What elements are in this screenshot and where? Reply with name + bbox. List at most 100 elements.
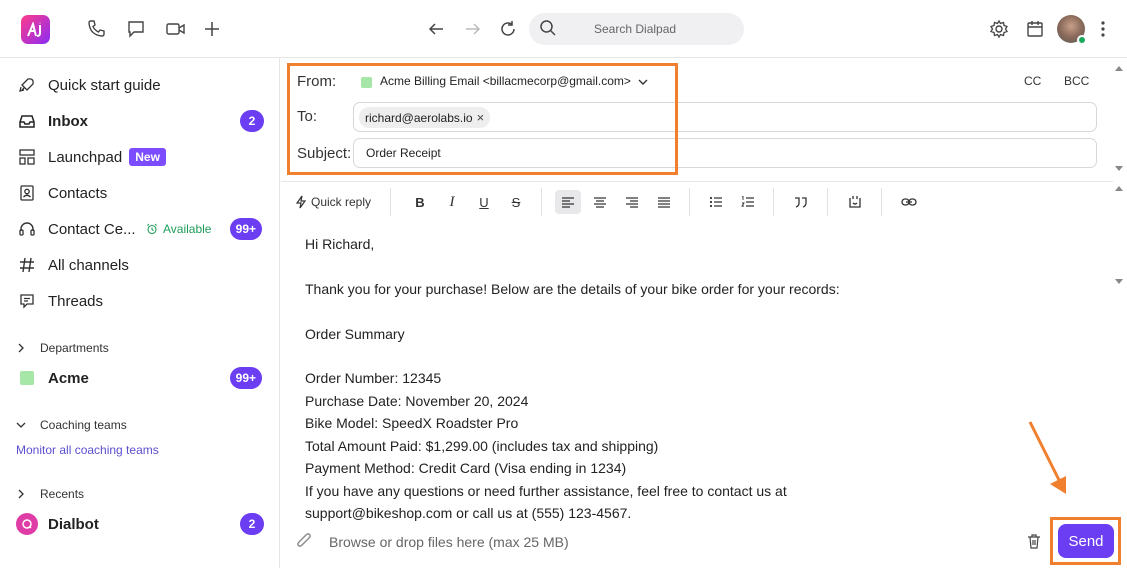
body-line: Thank you for your purchase! Below are t… xyxy=(305,281,840,297)
sidebar-item-contacts[interactable]: Contacts xyxy=(16,179,270,207)
sidebar-item-inbox[interactable]: Inbox 2 xyxy=(16,107,270,135)
unread-badge: 2 xyxy=(240,513,264,535)
sidebar-item-threads[interactable]: Threads xyxy=(16,287,270,315)
sidebar-item-label: Contact Ce... xyxy=(48,220,136,238)
sidebar-item-label: All channels xyxy=(48,256,129,274)
link-icon[interactable] xyxy=(897,190,921,214)
threads-icon xyxy=(16,290,38,312)
scroll-up-icon[interactable] xyxy=(1115,186,1123,191)
coaching-teams-header[interactable]: Coaching teams xyxy=(16,415,127,435)
refresh-icon[interactable] xyxy=(496,17,520,41)
underline-button[interactable]: U xyxy=(477,190,491,214)
monitor-coaching-link[interactable]: Monitor all coaching teams xyxy=(16,443,159,457)
italic-button[interactable]: I xyxy=(445,190,459,214)
search-input[interactable]: Search Dialpad xyxy=(529,13,744,45)
align-center-icon[interactable] xyxy=(587,190,613,214)
body-line: Total Amount Paid: $1,299.00 (includes t… xyxy=(305,438,659,454)
snippet-icon[interactable] xyxy=(843,190,867,214)
sidebar-item-dialbot[interactable]: Dialbot 2 xyxy=(16,510,270,538)
gear-icon[interactable] xyxy=(987,17,1011,41)
body-line: Order Summary xyxy=(305,326,405,342)
dialpad-logo[interactable] xyxy=(21,15,50,44)
sidebar-item-label: Contacts xyxy=(48,184,108,202)
back-arrow-icon[interactable] xyxy=(424,17,448,41)
phone-icon[interactable] xyxy=(84,17,108,41)
divider xyxy=(390,188,391,216)
divider xyxy=(773,188,774,216)
rocket-icon xyxy=(16,74,38,96)
sidebar-item-label: Acme xyxy=(48,369,89,387)
body-scrollbar[interactable] xyxy=(1113,181,1127,291)
cc-button[interactable]: CC xyxy=(1024,74,1041,88)
inbox-icon xyxy=(16,110,38,132)
body-line: Bike Model: SpeedX Roadster Pro xyxy=(305,415,519,431)
scroll-up-icon[interactable] xyxy=(1115,66,1123,71)
alarm-icon xyxy=(147,223,157,235)
paperclip-icon[interactable] xyxy=(295,532,313,555)
scroll-down-icon[interactable] xyxy=(1115,166,1123,171)
section-label: Departments xyxy=(40,341,109,355)
sidebar-item-acme[interactable]: Acme 99+ xyxy=(16,364,270,392)
chevron-down-icon xyxy=(16,420,40,430)
format-toolbar: Quick reply B I U S xyxy=(281,181,1113,221)
lightning-icon xyxy=(295,195,307,209)
video-icon[interactable] xyxy=(164,17,188,41)
body-line: Hi Richard, xyxy=(305,236,375,252)
compose-footer: Browse or drop files here (max 25 MB) xyxy=(281,522,1127,568)
headset-icon xyxy=(16,218,38,240)
sidebar-item-label: Dialbot xyxy=(48,515,99,533)
quick-reply-label: Quick reply xyxy=(311,195,372,209)
header-scrollbar[interactable] xyxy=(1113,58,1127,180)
calendar-icon[interactable] xyxy=(1023,17,1047,41)
bcc-button[interactable]: BCC xyxy=(1064,74,1089,88)
body-line: Order Number: 12345 xyxy=(305,370,442,386)
highlight-box-header xyxy=(287,63,678,175)
strikethrough-button[interactable]: S xyxy=(509,190,523,214)
sidebar-item-quick-start[interactable]: Quick start guide xyxy=(16,71,270,99)
body-line: Purchase Date: November 20, 2024 xyxy=(305,393,529,409)
highlight-box-send xyxy=(1050,517,1121,565)
align-left-icon[interactable] xyxy=(555,190,581,214)
scroll-down-icon[interactable] xyxy=(1115,279,1123,284)
annotation-arrow-icon xyxy=(1028,421,1066,494)
align-justify-icon[interactable] xyxy=(651,190,677,214)
body-line: Payment Method: Credit Card (Visa ending… xyxy=(305,460,627,476)
attachment-dropzone[interactable]: Browse or drop files here (max 25 MB) xyxy=(329,534,569,550)
department-color-icon xyxy=(16,367,38,389)
search-icon xyxy=(539,19,557,40)
divider xyxy=(541,188,542,216)
forward-arrow-icon[interactable] xyxy=(461,17,485,41)
body-line: If you have any questions or need furthe… xyxy=(305,483,787,499)
bold-button[interactable]: B xyxy=(413,190,427,214)
chevron-right-icon xyxy=(16,489,40,499)
bullet-list-icon[interactable] xyxy=(705,190,727,214)
divider xyxy=(689,188,690,216)
plus-icon[interactable] xyxy=(200,17,224,41)
sidebar-item-launchpad[interactable]: Launchpad New xyxy=(16,143,270,171)
quick-reply-button[interactable]: Quick reply xyxy=(295,190,371,214)
availability-label: Available xyxy=(163,222,212,236)
sidebar-item-contact-center[interactable]: Contact Ce... Available 99+ xyxy=(16,215,270,243)
align-right-icon[interactable] xyxy=(619,190,645,214)
divider xyxy=(881,188,882,216)
online-status-dot xyxy=(1077,35,1087,45)
chat-icon[interactable] xyxy=(124,17,148,41)
recents-header[interactable]: Recents xyxy=(16,484,84,504)
hash-icon xyxy=(16,254,38,276)
body-line: support@bikeshop.com or call us at (555)… xyxy=(305,505,632,521)
user-avatar[interactable] xyxy=(1057,15,1087,45)
sidebar-item-label: Inbox xyxy=(48,112,88,130)
availability-status[interactable]: Available xyxy=(146,222,211,236)
sidebar-item-label: Launchpad xyxy=(48,148,123,166)
numbered-list-icon[interactable] xyxy=(737,190,759,214)
quote-icon[interactable] xyxy=(789,190,813,214)
sidebar-item-label: Quick start guide xyxy=(48,76,161,94)
trash-icon[interactable] xyxy=(1027,533,1041,552)
more-icon[interactable] xyxy=(1091,17,1115,41)
chevron-right-icon xyxy=(16,343,40,353)
section-label: Recents xyxy=(40,487,85,501)
departments-header[interactable]: Departments xyxy=(16,338,109,358)
sidebar-item-all-channels[interactable]: All channels xyxy=(16,251,270,279)
email-body[interactable]: Hi Richard, Thank you for your purchase!… xyxy=(281,222,1127,522)
dialbot-icon xyxy=(16,513,38,535)
